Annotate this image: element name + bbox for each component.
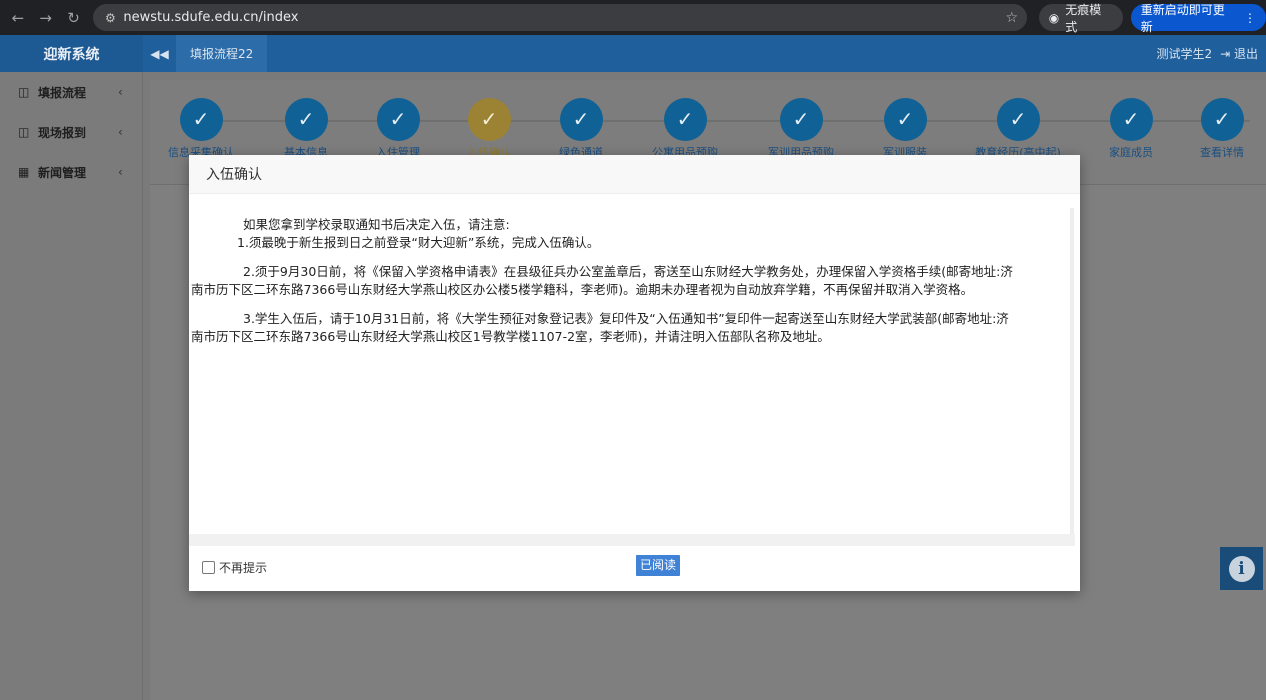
check-icon: ✓ <box>1109 98 1153 141</box>
check-icon: ✓ <box>779 98 823 141</box>
checkbox-box[interactable] <box>202 561 215 574</box>
dialog-text: 如果您拿到学校录取通知书后决定入伍，请注意: 1.须最晚于新生报到日之前登录“财… <box>191 216 1067 346</box>
check-icon: ✓ <box>467 98 511 141</box>
incognito-badge[interactable]: ◉ 无痕模式 <box>1038 3 1123 34</box>
user-name[interactable]: 测试学生2 <box>1156 45 1212 62</box>
dialog-body: 如果您拿到学校录取通知书后决定入伍，请注意: 1.须最晚于新生报到日之前登录“财… <box>189 194 1080 546</box>
sidebar-item-fill-process[interactable]: ◫ 填报流程 ‹ <box>0 72 142 112</box>
check-icon: ✓ <box>559 98 603 141</box>
check-icon: ✓ <box>996 98 1040 141</box>
collapse-sidebar-icon[interactable]: ◀◀ <box>143 35 176 72</box>
step-2[interactable]: ✓ 入住管理 <box>348 98 448 160</box>
step-1[interactable]: ✓ 基本信息 <box>256 98 356 160</box>
back-icon[interactable]: ← <box>4 9 32 27</box>
notice-item-3-line-1: 3.学生入伍后，请于10月31日前，将《大学生预征对象登记表》复印件及“入伍通知… <box>243 311 1009 326</box>
step-0[interactable]: ✓ 信息采集确认 <box>151 98 251 160</box>
check-icon: ✓ <box>663 98 707 141</box>
url-text: newstu.sdufe.edu.cn/index <box>123 10 299 25</box>
notice-item-2-line-2: 南市历下区二环东路7366号山东财经大学燕山校区办公楼5楼学籍科，李老师)。逾期… <box>191 282 974 297</box>
more-menu-icon[interactable]: ⋮ <box>1244 11 1256 25</box>
step-8[interactable]: ✓ 教育经历(高中起) <box>968 98 1068 160</box>
enlistment-confirm-dialog: 入伍确认 如果您拿到学校录取通知书后决定入伍，请注意: 1.须最晚于新生报到日之… <box>189 155 1080 591</box>
sidebar-item-label: 填报流程 <box>38 85 87 100</box>
step-6[interactable]: ✓ 军训用品预购 <box>751 98 851 160</box>
browser-toolbar: ← → ↻ ⚙ newstu.sdufe.edu.cn/index ☆ ◉ 无痕… <box>0 0 1266 35</box>
app-header: 迎新系统 ◀◀ 填报流程22 测试学生2 ⇥ 退出 <box>0 35 1266 72</box>
logout-link[interactable]: ⇥ 退出 <box>1220 45 1258 62</box>
notice-item-3-line-2: 南市历下区二环东路7366号山东财经大学燕山校区1号教学楼1107-2室，李老师… <box>191 329 830 344</box>
sidebar-item-label: 现场报到 <box>38 125 87 140</box>
step-10[interactable]: ✓ 查看详情 <box>1172 98 1266 160</box>
notice-intro: 如果您拿到学校录取通知书后决定入伍，请注意: <box>243 217 510 232</box>
chevron-left-icon: ‹ <box>118 85 123 99</box>
horizontal-scrollbar[interactable] <box>189 534 1075 546</box>
check-icon: ✓ <box>883 98 927 141</box>
site-settings-icon[interactable]: ⚙ <box>97 11 123 25</box>
panel-icon: ◫ <box>18 125 30 139</box>
check-icon: ✓ <box>376 98 420 141</box>
info-button[interactable]: i <box>1220 547 1263 590</box>
panel-icon: ◫ <box>18 85 30 99</box>
notice-item-2-line-1: 2.须于9月30日前，将《保留入学资格申请表》在县级征兵办公室盖章后，寄送至山东… <box>243 264 1013 279</box>
dialog-footer: 不再提示 已阅读 <box>189 546 1080 591</box>
app-brand: 迎新系统 <box>0 35 143 72</box>
dont-remind-checkbox[interactable]: 不再提示 <box>202 559 267 576</box>
incognito-icon: ◉ <box>1048 10 1060 25</box>
chevron-left-icon: ‹ <box>118 165 123 179</box>
step-4[interactable]: ✓ 绿色通道 <box>531 98 631 160</box>
restart-label: 重新启动即可更新 <box>1140 2 1225 34</box>
chevron-left-icon: ‹ <box>118 125 123 139</box>
tab-fill-process[interactable]: 填报流程22 <box>176 35 268 72</box>
notice-item-1: 1.须最晚于新生报到日之前登录“财大迎新”系统，完成入伍确认。 <box>237 235 600 250</box>
incognito-label: 无痕模式 <box>1065 2 1102 34</box>
sidebar: ◫ 填报流程 ‹ ◫ 现场报到 ‹ ▦ 新闻管理 ‹ <box>0 72 143 700</box>
info-icon: i <box>1228 555 1255 582</box>
bookmark-star-icon[interactable]: ☆ <box>997 10 1027 26</box>
dialog-title: 入伍确认 <box>189 155 1080 194</box>
sidebar-item-onsite-checkin[interactable]: ◫ 现场报到 ‹ <box>0 112 142 152</box>
vertical-scrollbar[interactable] <box>1070 208 1074 534</box>
step-5[interactable]: ✓ 公寓用品预购 <box>635 98 735 160</box>
sidebar-item-label: 新闻管理 <box>38 165 87 180</box>
step-label: 家庭成员 <box>1109 146 1153 159</box>
read-confirm-button[interactable]: 已阅读 <box>636 555 681 576</box>
grid-icon: ▦ <box>18 165 30 179</box>
logout-label: 退出 <box>1233 47 1258 61</box>
step-label: 查看详情 <box>1200 146 1244 159</box>
step-7[interactable]: ✓ 军训服装 <box>855 98 955 160</box>
forward-icon[interactable]: → <box>32 9 60 27</box>
restart-update-button[interactable]: 重新启动即可更新 ⋮ <box>1130 3 1266 34</box>
sidebar-item-news[interactable]: ▦ 新闻管理 ‹ <box>0 152 142 192</box>
address-bar[interactable]: ⚙ newstu.sdufe.edu.cn/index ☆ <box>93 4 1027 31</box>
check-icon: ✓ <box>179 98 223 141</box>
reload-icon[interactable]: ↻ <box>60 9 88 27</box>
step-3[interactable]: ✓ 入伍确认 <box>439 98 539 160</box>
check-icon: ✓ <box>1200 98 1244 141</box>
dont-remind-label: 不再提示 <box>219 561 268 575</box>
step-9[interactable]: ✓ 家庭成员 <box>1081 98 1181 160</box>
check-icon: ✓ <box>284 98 328 141</box>
logout-icon: ⇥ <box>1220 47 1231 61</box>
